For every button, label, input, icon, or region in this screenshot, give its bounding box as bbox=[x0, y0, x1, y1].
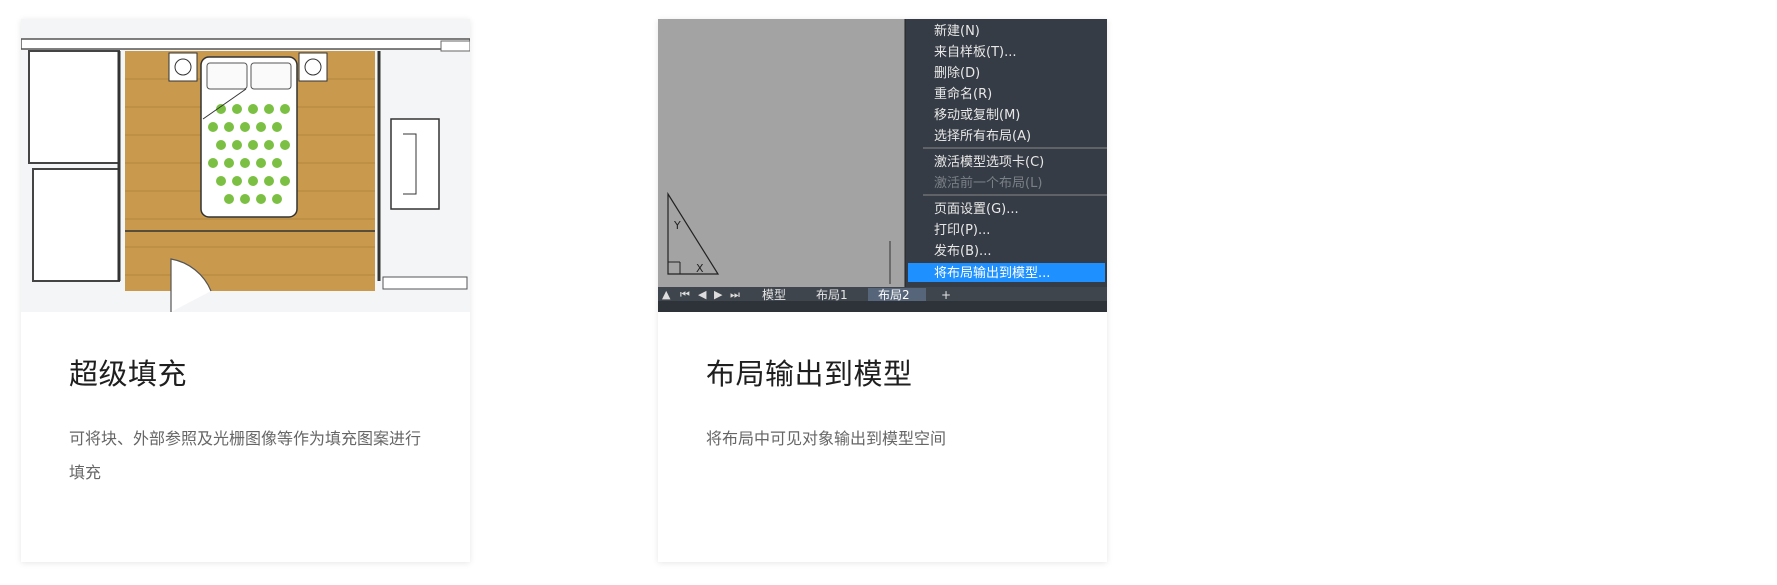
menu-item-activate-prev: 激活前一个布局(L) bbox=[934, 175, 1042, 191]
svg-text:⏮: ⏮ bbox=[680, 288, 690, 301]
tab-layout1: 布局1 bbox=[816, 288, 848, 302]
menu-item-from-template: 来自样板(T)... bbox=[934, 45, 1016, 60]
svg-text:Y: Y bbox=[673, 219, 681, 232]
menu-item-new: 新建(N) bbox=[934, 23, 980, 39]
card-title: 超级填充 bbox=[69, 357, 188, 391]
tab-model: 模型 bbox=[762, 288, 786, 302]
menu-item-export-to-model: 将布局输出到模型... bbox=[934, 265, 1050, 281]
menu-item-publish: 发布(B)... bbox=[934, 243, 991, 259]
menu-item-delete: 删除(D) bbox=[934, 66, 980, 81]
menu-item-rename: 重命名(R) bbox=[934, 86, 992, 102]
menu-item-select-all: 选择所有布局(A) bbox=[934, 129, 1031, 144]
floor-plan-image bbox=[21, 19, 470, 312]
svg-text:⏭: ⏭ bbox=[730, 288, 740, 301]
svg-text:◀: ◀ bbox=[698, 288, 707, 301]
card-description: 将布局中可见对象输出到模型空间 bbox=[706, 429, 947, 448]
menu-item-activate-model: 激活模型选项卡(C) bbox=[934, 155, 1044, 170]
card-description: 可将块、外部参照及光栅图像等作为填充图案进行填充 bbox=[69, 429, 422, 482]
menu-item-move-copy: 移动或复制(M) bbox=[934, 108, 1020, 123]
svg-text:▶: ▶ bbox=[714, 288, 723, 301]
svg-text:▲: ▲ bbox=[662, 288, 671, 301]
tab-add: + bbox=[941, 288, 951, 302]
feature-card-super-fill[interactable]: 超级填充 可将块、外部参照及光栅图像等作为填充图案进行填充 bbox=[21, 19, 470, 562]
feature-card-layout-to-model[interactable]: Y X 新建(N) 来自样板(T)... 删除(D) 重命名(R) 移动或复制(… bbox=[658, 19, 1107, 562]
menu-item-print: 打印(P)... bbox=[934, 223, 990, 238]
menu-item-page-setup: 页面设置(G)... bbox=[934, 202, 1019, 217]
tab-layout2: 布局2 bbox=[878, 288, 910, 302]
cad-layout-menu-image: Y X 新建(N) 来自样板(T)... 删除(D) 重命名(R) 移动或复制(… bbox=[658, 19, 1107, 312]
card-title: 布局输出到模型 bbox=[706, 357, 913, 391]
svg-text:X: X bbox=[696, 262, 704, 275]
